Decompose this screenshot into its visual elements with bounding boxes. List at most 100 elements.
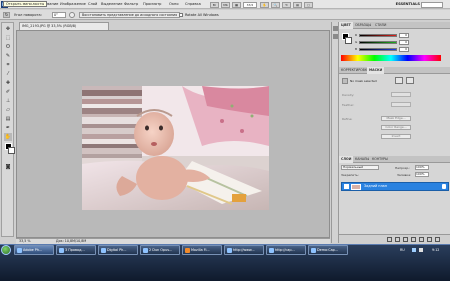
- add-mask-icon[interactable]: [403, 237, 408, 242]
- menu-select[interactable]: Выделение: [101, 0, 122, 9]
- invert-button[interactable]: Invert: [381, 134, 411, 139]
- workspace-switcher[interactable]: ESSENTIALS: [388, 1, 420, 8]
- tab-paths[interactable]: КОНТУРЫ: [370, 156, 390, 163]
- menu-filter[interactable]: Фильтр: [124, 0, 138, 9]
- link-layers-icon[interactable]: [387, 237, 392, 242]
- taskbar-button-browser-1[interactable]: http://www...: [224, 245, 264, 255]
- tab-styles[interactable]: СТИЛИ: [373, 22, 388, 29]
- network-icon[interactable]: [412, 248, 416, 252]
- mask-edge-button[interactable]: Mask Edge...: [381, 116, 411, 121]
- start-button[interactable]: [1, 245, 11, 255]
- eyedropper-tool-icon[interactable]: ⁄: [4, 70, 12, 78]
- taskbar-button-browser-2[interactable]: http://cap...: [266, 245, 306, 255]
- density-field[interactable]: [391, 92, 411, 97]
- masks-panel-tabs: КОРРЕКТИРОВКА МАСКИ: [339, 67, 450, 74]
- color-spectrum-ramp[interactable]: [341, 55, 441, 61]
- pen-tool-icon[interactable]: ✒: [4, 124, 12, 132]
- adjustment-layer-icon[interactable]: [411, 237, 416, 242]
- channel-b-value[interactable]: 0: [399, 47, 409, 52]
- menu-view[interactable]: Просмотр: [143, 0, 161, 9]
- panel-dock: ЦВЕТ ОБРАЗЦЫ СТИЛИ R 0 G 0 B 0 КОРРЕКТИР…: [338, 22, 450, 243]
- menu-window[interactable]: Окно: [169, 0, 179, 9]
- zoom-tool-button[interactable]: 🔍: [271, 1, 280, 8]
- clone-stamp-tool-icon[interactable]: ⊥: [4, 97, 12, 105]
- clock[interactable]: 9:12: [432, 245, 439, 255]
- layer-row[interactable]: Задний план: [341, 182, 449, 191]
- layer-name[interactable]: Задний план: [364, 183, 387, 190]
- tab-masks[interactable]: МАСКИ: [367, 67, 385, 74]
- feather-label: Feather:: [342, 103, 355, 107]
- arrange-documents-button[interactable]: ▤: [293, 1, 302, 8]
- angle-label: Угол поворота:: [14, 13, 42, 17]
- gradient-tool-icon[interactable]: ▤: [4, 115, 12, 123]
- browser-icon: [268, 247, 274, 253]
- color-panel-tabs: ЦВЕТ ОБРАЗЦЫ СТИЛИ: [339, 22, 450, 29]
- menu-layer[interactable]: Слой: [88, 0, 97, 9]
- document-tab[interactable]: IMG_2193.JPG @ 33,5% (RGB/8): [19, 22, 109, 30]
- hand-tool-button[interactable]: ✋: [260, 1, 269, 8]
- layer-style-icon[interactable]: [395, 237, 400, 242]
- eye-icon[interactable]: [344, 184, 349, 189]
- document-image[interactable]: [82, 86, 269, 210]
- channel-g-value[interactable]: 0: [399, 40, 409, 45]
- angle-dial-icon[interactable]: [69, 12, 75, 18]
- eraser-tool-icon[interactable]: ▱: [4, 106, 12, 114]
- channel-r-value[interactable]: 0: [399, 33, 409, 38]
- restore-view-button[interactable]: Восстановить представление до исходного …: [79, 12, 181, 18]
- bridge-button[interactable]: Br: [210, 1, 219, 8]
- tab-channels[interactable]: КАНАЛЫ: [353, 156, 371, 163]
- move-tool-icon[interactable]: ✥: [4, 25, 12, 33]
- system-tray: RU 9:12: [398, 245, 450, 255]
- rotate-view-button[interactable]: ↻: [282, 1, 291, 8]
- background-color-swatch[interactable]: [8, 147, 15, 154]
- crop-tool-icon[interactable]: ⌗: [4, 61, 12, 69]
- feather-field[interactable]: [391, 102, 411, 107]
- menu-image[interactable]: Изображение: [60, 0, 86, 9]
- new-layer-icon[interactable]: [427, 237, 432, 242]
- rotate-all-checkbox[interactable]: [179, 13, 183, 17]
- taskbar-button-digital[interactable]: Digital Ph...: [98, 245, 138, 255]
- fill-field[interactable]: 100%: [415, 172, 429, 177]
- browser-icon: [226, 247, 232, 253]
- menu-help[interactable]: Справка: [185, 0, 201, 9]
- blend-mode-select[interactable]: Нормальный: [341, 165, 379, 170]
- pixel-mask-icon[interactable]: [395, 77, 403, 84]
- taskbar-button-explorer[interactable]: 3 Провод...: [56, 245, 96, 255]
- baby-photo: [82, 86, 269, 210]
- taskbar-button-demo[interactable]: Demo:Cap...: [308, 245, 348, 255]
- tab-swatches[interactable]: ОБРАЗЦЫ: [353, 22, 373, 29]
- angle-input[interactable]: 0°: [52, 12, 66, 18]
- quick-mask-icon[interactable]: ◙: [4, 163, 12, 171]
- language-indicator[interactable]: RU: [400, 245, 405, 255]
- tab-color[interactable]: ЦВЕТ: [339, 22, 353, 29]
- rotate-view-tool-icon[interactable]: ↻: [3, 12, 10, 18]
- extras-button[interactable]: ▦: [232, 1, 241, 8]
- rotate-all-label: Rotate All Windows: [185, 13, 219, 17]
- screen-mode-button[interactable]: ▢: [304, 1, 313, 8]
- mini-bridge-button[interactable]: Mb: [221, 1, 230, 8]
- opacity-field[interactable]: 100%: [415, 165, 429, 170]
- volume-icon[interactable]: [419, 248, 423, 252]
- color-range-button[interactable]: Color Range...: [381, 125, 411, 130]
- taskbar-button-photoshop[interactable]: Adobe Ph...: [14, 245, 54, 255]
- taskbar-button-firefox[interactable]: Mozilla Fi...: [182, 245, 222, 255]
- channel-b-slider[interactable]: [359, 48, 397, 51]
- quick-select-tool-icon[interactable]: ✎: [4, 52, 12, 60]
- lasso-tool-icon[interactable]: ʘ: [4, 43, 12, 51]
- mask-status: No mask selected: [350, 79, 377, 83]
- marquee-tool-icon[interactable]: ⬚: [4, 34, 12, 42]
- search-input[interactable]: [421, 1, 443, 8]
- color-panel-background[interactable]: [345, 37, 352, 44]
- vector-mask-icon[interactable]: [406, 77, 414, 84]
- new-group-icon[interactable]: [419, 237, 424, 242]
- tab-layers[interactable]: СЛОИ: [339, 156, 354, 163]
- firefox-icon: [184, 247, 190, 253]
- delete-layer-icon[interactable]: [435, 237, 440, 242]
- hand-tool-icon[interactable]: ✋: [4, 133, 12, 141]
- zoom-field[interactable]: 33,5: [243, 1, 257, 8]
- channel-g-slider[interactable]: [359, 41, 397, 44]
- healing-brush-tool-icon[interactable]: ✚: [4, 79, 12, 87]
- channel-r-slider[interactable]: [359, 34, 397, 37]
- brush-tool-icon[interactable]: ✐: [4, 88, 12, 96]
- taskbar-button-opus[interactable]: 2 Dun Opus...: [140, 245, 180, 255]
